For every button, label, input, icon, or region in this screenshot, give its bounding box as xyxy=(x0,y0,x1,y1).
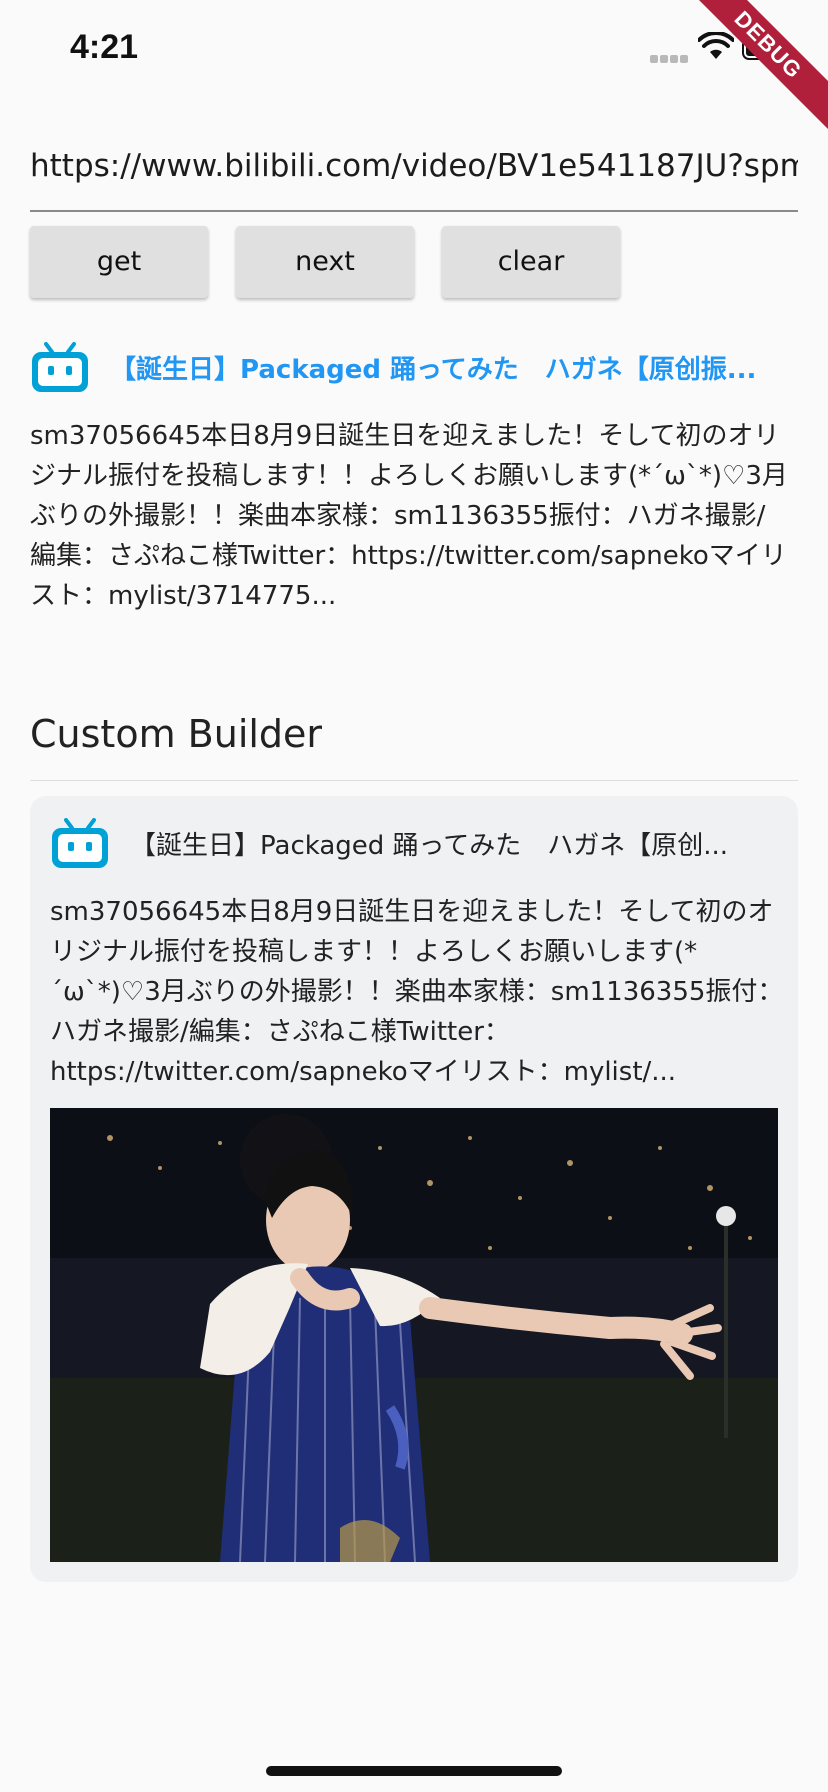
bilibili-tv-icon xyxy=(52,818,108,868)
preview-image xyxy=(50,1108,778,1562)
wifi-icon xyxy=(698,32,734,59)
status-bar: 4:21 xyxy=(0,0,828,100)
preview-title-link[interactable]: 【誕生日】Packaged 踊ってみた ハガネ【原创振... xyxy=(110,350,810,390)
preview-description: sm37056645本日8月9日誕生日を迎えました！そして初のオリジナル振付を投… xyxy=(30,421,788,611)
status-time: 4:21 xyxy=(70,28,139,66)
divider xyxy=(30,780,798,781)
get-button[interactable]: get xyxy=(30,226,208,298)
cellular-signal-icon xyxy=(650,48,692,63)
home-indicator xyxy=(266,1766,562,1776)
clear-button[interactable]: clear xyxy=(442,226,620,298)
url-input[interactable]: https://www.bilibili.com/video/BV1e54118… xyxy=(30,130,798,212)
card-description: sm37056645本日8月9日誕生日を迎えました！そして初のオリジナル振付を投… xyxy=(50,897,784,1087)
section-heading: Custom Builder xyxy=(30,712,323,756)
next-button[interactable]: next xyxy=(236,226,414,298)
bilibili-tv-icon xyxy=(32,342,88,392)
card-title: 【誕生日】Packaged 踊ってみた ハガネ【原创... xyxy=(130,831,729,861)
